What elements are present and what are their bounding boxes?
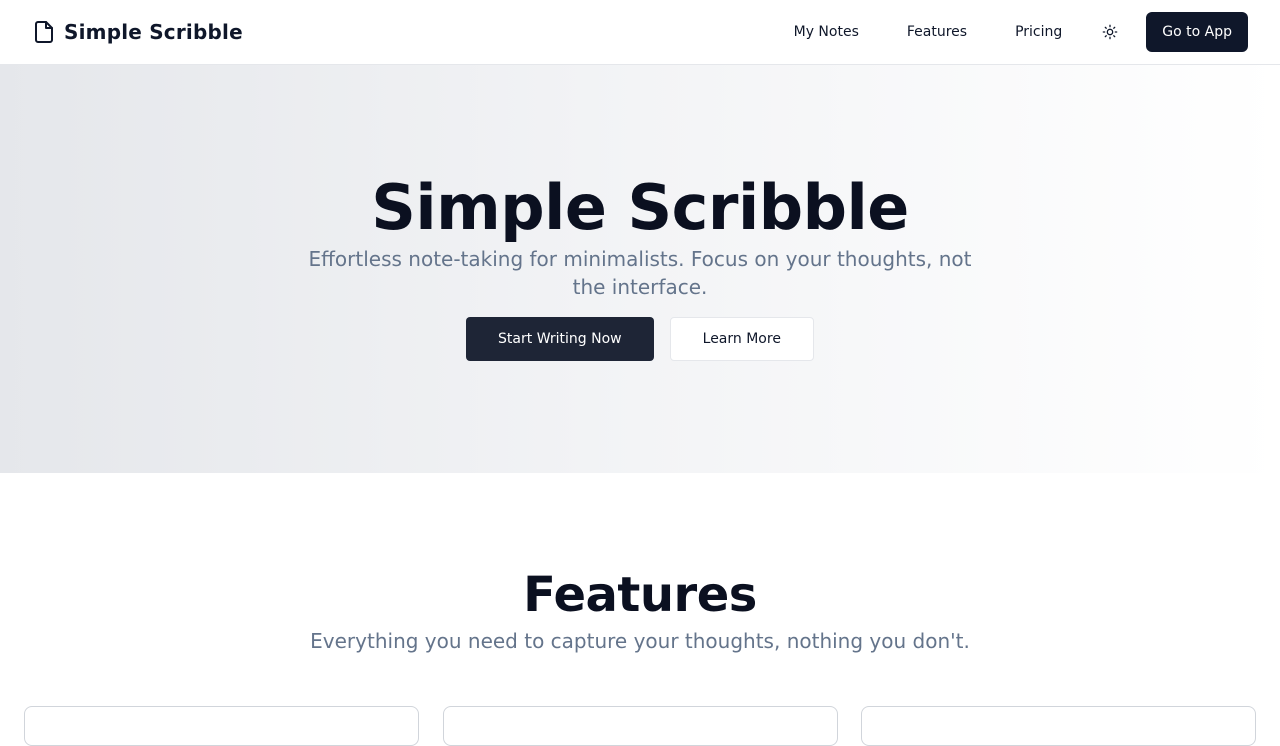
go-to-app-button[interactable]: Go to App [1146, 12, 1248, 52]
nav-pricing[interactable]: Pricing [999, 16, 1078, 48]
hero-section: Simple Scribble Effortless note-taking f… [0, 65, 1280, 473]
learn-more-button[interactable]: Learn More [669, 317, 814, 361]
feature-card [443, 706, 838, 746]
nav-my-notes[interactable]: My Notes [778, 16, 875, 48]
features-section: Features Everything you need to capture … [0, 473, 1280, 746]
hero-title: Simple Scribble [371, 171, 909, 244]
brand-name: Simple Scribble [64, 20, 243, 44]
hero-subtitle: Effortless note-taking for minimalists. … [308, 247, 972, 299]
main-nav: My Notes Features Pricing Go to App [778, 12, 1248, 52]
features-subtitle: Everything you need to capture your thou… [310, 629, 970, 653]
brand[interactable]: Simple Scribble [32, 20, 243, 44]
features-title: Features [523, 567, 757, 623]
theme-toggle-button[interactable] [1094, 16, 1126, 48]
feature-card [861, 706, 1256, 746]
hero-actions: Start Writing Now Learn More [0, 317, 1280, 361]
sun-icon [1102, 24, 1118, 40]
nav-features[interactable]: Features [891, 16, 983, 48]
file-icon [32, 20, 56, 44]
feature-card [24, 706, 419, 746]
start-writing-button[interactable]: Start Writing Now [466, 317, 654, 361]
site-header: Simple Scribble My Notes Features Pricin… [0, 0, 1280, 65]
